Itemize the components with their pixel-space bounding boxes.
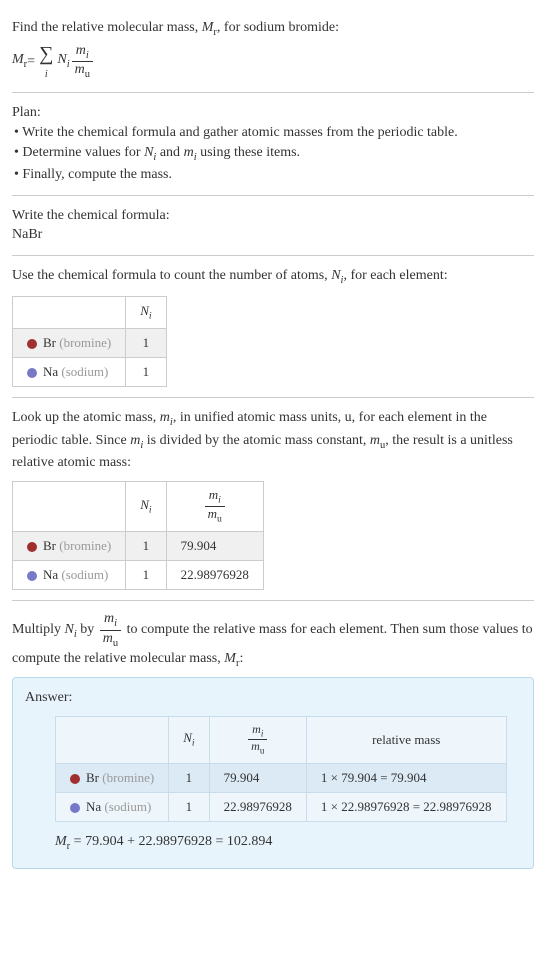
answer-box: Answer: Ni mi mu relative mass Br (bromi… <box>12 677 534 869</box>
equals: = <box>27 52 35 72</box>
element-symbol: Na <box>43 364 58 379</box>
table-row: Br (bromine) 1 <box>13 329 167 358</box>
ni-value: 1 <box>126 329 166 358</box>
step3-line: Look up the atomic mass, mi, in unified … <box>12 408 534 473</box>
step1-line: Write the chemical formula: <box>12 206 534 226</box>
element-name: (bromine) <box>102 770 154 785</box>
answer-table: Ni mi mu relative mass Br (bromine) 1 79… <box>55 716 507 822</box>
header-relmass: relative mass <box>306 716 506 763</box>
element-dot-icon <box>27 571 37 581</box>
step2-line: Use the chemical formula to count the nu… <box>12 266 534 288</box>
step4-line: Multiply Ni by mi mu to compute the rela… <box>12 611 534 671</box>
intro-text-b: , for sodium bromide: <box>217 20 339 35</box>
element-dot-icon <box>70 803 80 813</box>
mi-over-mu: mi mu <box>72 43 93 81</box>
ratio-table: Ni mi mu Br (bromine) 1 79.904 Na (sodiu… <box>12 481 264 591</box>
element-name: (bromine) <box>59 335 111 350</box>
header-ratio: mi mu <box>166 481 263 532</box>
intro-text-a: Find the relative molecular mass, <box>12 20 202 35</box>
table-row: Na (sodium) 1 22.98976928 1 × 22.9897692… <box>56 792 507 821</box>
mr-formula: Mr = ∑ i Ni mi mu <box>12 40 95 82</box>
element-symbol: Na <box>43 567 58 582</box>
ni-value: 1 <box>126 532 166 561</box>
element-dot-icon <box>27 542 37 552</box>
header-ni: Ni <box>169 716 209 763</box>
header-blank <box>13 297 126 329</box>
table-row: Na (sodium) 1 <box>13 358 167 387</box>
plan-bullet-2: • Determine values for Ni and mi using t… <box>12 143 534 165</box>
element-name: (sodium) <box>61 567 108 582</box>
step2-section: Use the chemical formula to count the nu… <box>12 256 534 398</box>
table-row: Br (bromine) 1 79.904 1 × 79.904 = 79.90… <box>56 763 507 792</box>
header-blank <box>56 716 169 763</box>
element-symbol: Br <box>86 770 99 785</box>
relmass-value: 1 × 22.98976928 = 22.98976928 <box>306 792 506 821</box>
element-symbol: Na <box>86 799 101 814</box>
plan-bullet-3: • Finally, compute the mass. <box>12 165 534 185</box>
ni-value: 1 <box>126 561 166 590</box>
header-ratio: mi mu <box>209 716 306 763</box>
final-result: Mr = 79.904 + 22.98976928 = 102.894 <box>55 832 521 854</box>
element-name: (sodium) <box>104 799 151 814</box>
problem-section: Find the relative molecular mass, Mr, fo… <box>12 8 534 93</box>
header-ni: Ni <box>126 481 166 532</box>
ratio-value: 22.98976928 <box>166 561 263 590</box>
ratio-value: 22.98976928 <box>209 792 306 821</box>
step1-section: Write the chemical formula: NaBr <box>12 196 534 256</box>
element-symbol: Br <box>43 538 56 553</box>
lhs: Mr <box>12 50 27 72</box>
ni-value: 1 <box>126 358 166 387</box>
ni-table: Ni Br (bromine) 1 Na (sodium) 1 <box>12 296 167 387</box>
element-dot-icon <box>27 339 37 349</box>
header-ni: Ni <box>126 297 166 329</box>
answer-label: Answer: <box>25 688 521 708</box>
table-row: Br (bromine) 1 79.904 <box>13 532 264 561</box>
ni-term: Ni <box>57 50 69 72</box>
table-row: Na (sodium) 1 22.98976928 <box>13 561 264 590</box>
problem-intro: Find the relative molecular mass, Mr, fo… <box>12 18 534 40</box>
element-name: (bromine) <box>59 538 111 553</box>
ni-value: 1 <box>169 763 209 792</box>
element-name: (sodium) <box>61 364 108 379</box>
plan-section: Plan: • Write the chemical formula and g… <box>12 93 534 195</box>
header-blank <box>13 481 126 532</box>
chemical-formula: NaBr <box>12 225 534 245</box>
ni-value: 1 <box>169 792 209 821</box>
step4-section: Multiply Ni by mi mu to compute the rela… <box>12 601 534 879</box>
element-dot-icon <box>27 368 37 378</box>
mr-symbol: Mr <box>202 20 217 35</box>
element-dot-icon <box>70 774 80 784</box>
ratio-value: 79.904 <box>166 532 263 561</box>
ratio-value: 79.904 <box>209 763 306 792</box>
step3-section: Look up the atomic mass, mi, in unified … <box>12 398 534 601</box>
sigma-icon: ∑ i <box>39 40 53 82</box>
element-symbol: Br <box>43 335 56 350</box>
plan-heading: Plan: <box>12 103 534 123</box>
plan-bullet-1: • Write the chemical formula and gather … <box>12 123 534 143</box>
relmass-value: 1 × 79.904 = 79.904 <box>306 763 506 792</box>
